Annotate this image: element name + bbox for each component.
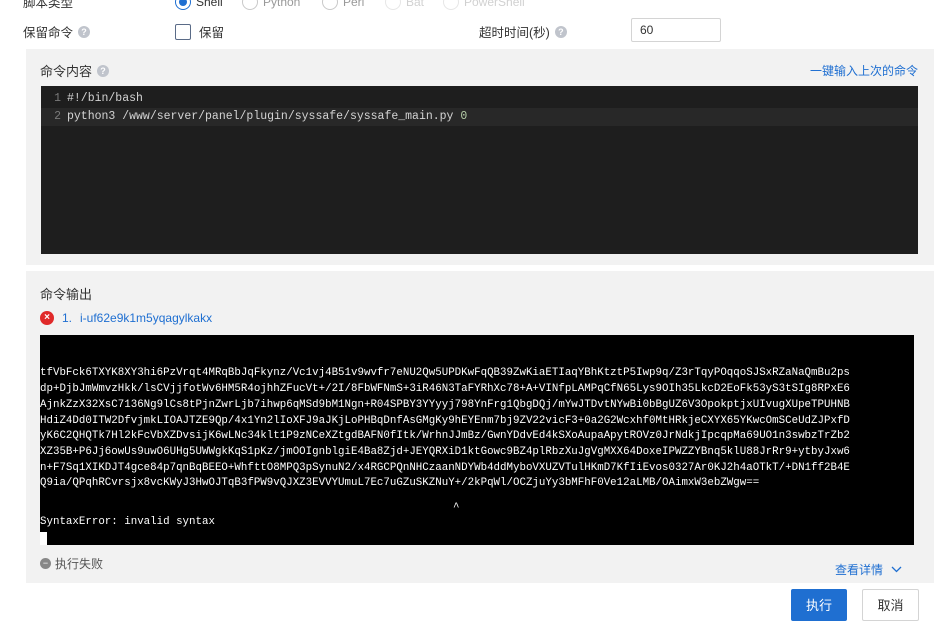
output-panel: 命令输出 × 1. i-uf62e9k1m5yqagylkakx tfVbFck… xyxy=(26,271,934,583)
radio-label: Shell xyxy=(196,0,223,9)
details-link[interactable]: 查看详情 xyxy=(835,561,883,578)
status-row: − 执行失败 xyxy=(40,555,103,572)
help-icon[interactable]: ? xyxy=(97,64,110,77)
radio-indicator xyxy=(175,0,191,10)
error-icon: × xyxy=(40,311,54,325)
line-text: #!/bin/bash xyxy=(67,92,143,105)
details-toggle[interactable]: 查看详情 xyxy=(835,561,902,578)
radio-python[interactable]: Python xyxy=(242,0,300,10)
terminal-line: yK6C2QHQTk7Hl2kFcVbXZDvsijK6wLNc34klt1P9… xyxy=(40,430,850,443)
line-number: 2 xyxy=(54,110,61,123)
radio-indicator xyxy=(242,0,258,10)
command-panel: 命令内容 ? 一键输入上次的命令 1 #!/bin/bash 2 python3… xyxy=(26,49,934,265)
terminal-line: HdiZ4Dd0ITW2DfvjmkLIOAJTZE9Qp/4x1Yn2lIoX… xyxy=(40,414,850,427)
instance-id-link[interactable]: i-uf62e9k1m5yqagylkakx xyxy=(80,311,212,325)
output-terminal[interactable]: tfVbFck6TXYK8XY3hi6PzVrqt4MRqBbJqFkynz/V… xyxy=(40,335,914,545)
help-icon[interactable]: ? xyxy=(78,25,91,38)
keep-command-checkbox[interactable] xyxy=(175,23,191,40)
terminal-line: AjnkZzX32XsC7136Ng9lCs8tPjnZwrLjb7ihwp6q… xyxy=(40,398,850,411)
failed-icon: − xyxy=(40,558,51,569)
terminal-line: dp+DjbJmWmvzHkk/lsCVjjfotWv6HM5R4ojhhZFu… xyxy=(40,383,850,396)
radio-label: Bat xyxy=(406,0,425,9)
radio-bat[interactable]: Bat xyxy=(385,0,424,10)
terminal-line: Q9ia/QPqhRCvrsjx8vcKWyJ3HwOJTqB3fPW9vQJX… xyxy=(40,477,760,490)
line-number: 1 xyxy=(54,92,61,105)
radio-label: PowerShell xyxy=(464,0,525,9)
terminal-line: n+F7Sq1XIKDJT4gce84p7qnBqBEEO+WhfttO8MPQ… xyxy=(40,461,850,474)
line-arg: 0 xyxy=(460,110,468,123)
command-editor[interactable]: 1 #!/bin/bash 2 python3 /www/server/pane… xyxy=(41,86,918,254)
instance-row[interactable]: × 1. i-uf62e9k1m5yqagylkakx xyxy=(40,311,212,325)
instance-index: 1. xyxy=(62,311,73,325)
terminal-cursor xyxy=(40,532,47,545)
terminal-lines: tfVbFck6TXYK8XY3hi6PzVrqt4MRqBbJqFkynz/V… xyxy=(40,366,914,492)
radio-shell[interactable]: Shell xyxy=(175,0,223,10)
terminal-error-line: SyntaxError: invalid syntax xyxy=(40,516,215,528)
terminal-line: XZ35B+P6Jj6owUs9uwO6UHg5UWWgkKqS1pKz/jmO… xyxy=(40,445,850,458)
status-text: 执行失败 xyxy=(55,557,104,571)
radio-perl[interactable]: Perl xyxy=(322,0,364,10)
chevron-down-icon xyxy=(891,566,902,573)
run-button[interactable]: 执行 xyxy=(791,589,847,621)
terminal-line: tfVbFck6TXYK8XY3hi6PzVrqt4MRqBbJqFkynz/V… xyxy=(40,367,850,380)
line-text: python3 /www/server/panel/plugin/syssafe… xyxy=(67,110,461,123)
cancel-button[interactable]: 取消 xyxy=(862,589,919,621)
command-panel-title: 命令内容 xyxy=(40,64,93,79)
help-icon[interactable]: ? xyxy=(554,25,567,38)
command-panel-header: 命令内容 ? xyxy=(40,61,110,80)
output-panel-title: 命令输出 xyxy=(40,287,93,302)
radio-label: Python xyxy=(263,0,301,9)
radio-powershell[interactable]: PowerShell xyxy=(443,0,525,10)
timeout-label: 超时时间(秒) xyxy=(479,26,550,40)
editor-line: 2 python3 /www/server/panel/plugin/syssa… xyxy=(41,108,918,126)
editor-line: 1 #!/bin/bash xyxy=(41,90,918,108)
keep-command-checkbox-label: 保留 xyxy=(199,26,225,40)
timeout-label-group: 超时时间(秒) ? xyxy=(479,22,567,41)
radio-indicator xyxy=(322,0,338,10)
radio-indicator xyxy=(385,0,401,10)
keep-command-label: 保留命令 xyxy=(23,26,74,40)
terminal-caret: ^ xyxy=(453,502,460,514)
radio-indicator xyxy=(443,0,459,10)
script-type-label: 脚本类型 xyxy=(23,0,74,10)
reuse-last-command-link[interactable]: 一键输入上次的命令 xyxy=(810,62,918,79)
timeout-input[interactable] xyxy=(631,18,721,42)
keep-command-checkbox-group[interactable]: 保留 xyxy=(175,22,224,41)
keep-command-label-group: 保留命令 ? xyxy=(23,22,91,41)
radio-label: Perl xyxy=(343,0,365,9)
